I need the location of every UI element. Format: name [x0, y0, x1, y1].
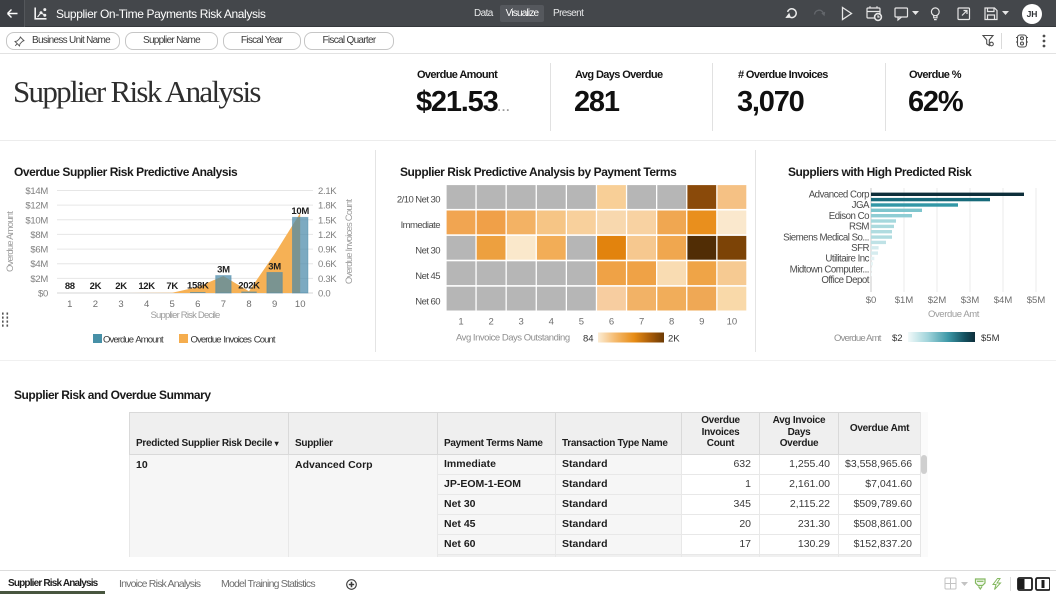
svg-text:Overdue Invoices Count: Overdue Invoices Count	[191, 335, 276, 346]
svg-text:Overdue Amt: Overdue Amt	[834, 333, 882, 344]
svg-text:$2: $2	[892, 333, 903, 344]
svg-text:3M: 3M	[217, 264, 230, 275]
svg-text:1.2K: 1.2K	[318, 230, 337, 241]
svg-text:1.8K: 1.8K	[318, 201, 337, 212]
svg-text:8: 8	[246, 299, 251, 310]
svg-text:88: 88	[65, 281, 75, 292]
svg-text:Supplier Risk Decile: Supplier Risk Decile	[150, 310, 220, 321]
svg-text:Edison Co: Edison Co	[829, 211, 869, 222]
svg-text:3: 3	[519, 317, 524, 328]
svg-text:Supplier Risk Predictive Analy: Supplier Risk Predictive Analysis by Pay…	[400, 165, 677, 179]
svg-text:RSM: RSM	[849, 222, 869, 233]
svg-text:6: 6	[609, 317, 614, 328]
svg-text:2K: 2K	[115, 281, 127, 292]
svg-text:7: 7	[221, 299, 226, 310]
svg-text:1: 1	[67, 299, 72, 310]
svg-text:2.1K: 2.1K	[318, 186, 337, 197]
svg-text:5: 5	[170, 299, 175, 310]
svg-text:0.3K: 0.3K	[318, 274, 337, 285]
svg-text:Utilitaire Inc: Utilitaire Inc	[825, 254, 869, 265]
svg-text:5: 5	[579, 317, 584, 328]
svg-text:$0: $0	[38, 289, 48, 300]
svg-text:$14M: $14M	[25, 186, 48, 197]
svg-text:Overdue Amt: Overdue Amt	[928, 309, 980, 320]
svg-text:158K: 158K	[187, 281, 209, 292]
svg-text:202K: 202K	[238, 281, 260, 292]
svg-text:8: 8	[669, 317, 674, 328]
svg-text:Net 30: Net 30	[415, 246, 440, 257]
svg-text:$2M: $2M	[928, 295, 947, 306]
svg-text:$4M: $4M	[30, 259, 48, 270]
svg-text:10: 10	[295, 299, 306, 310]
svg-text:2/10 Net 30: 2/10 Net 30	[397, 195, 440, 206]
svg-text:4: 4	[144, 299, 149, 310]
svg-text:4: 4	[549, 317, 554, 328]
svg-text:$2M: $2M	[30, 274, 48, 285]
svg-text:Overdue Amount: Overdue Amount	[103, 335, 164, 346]
svg-text:Advanced Corp: Advanced Corp	[809, 190, 869, 201]
svg-text:$5M: $5M	[981, 333, 1000, 344]
svg-text:Overdue Invoices Count: Overdue Invoices Count	[344, 199, 355, 284]
svg-text:SFR: SFR	[851, 243, 869, 254]
svg-text:Midtown Computer...: Midtown Computer...	[790, 264, 869, 275]
svg-text:2: 2	[93, 299, 98, 310]
svg-text:Net 60: Net 60	[415, 296, 440, 307]
svg-text:$8M: $8M	[30, 230, 48, 241]
svg-text:2: 2	[488, 317, 493, 328]
svg-text:$10M: $10M	[25, 215, 48, 226]
svg-text:$4M: $4M	[994, 295, 1013, 306]
svg-text:7: 7	[639, 317, 644, 328]
svg-text:Avg Invoice Days Outstanding: Avg Invoice Days Outstanding	[456, 333, 570, 344]
svg-text:9: 9	[699, 317, 704, 328]
svg-text:1: 1	[458, 317, 463, 328]
svg-text:Overdue Amount: Overdue Amount	[5, 211, 16, 272]
svg-text:84: 84	[583, 334, 594, 345]
svg-text:1.5K: 1.5K	[318, 215, 337, 226]
svg-text:0.9K: 0.9K	[318, 245, 337, 256]
svg-text:6: 6	[195, 299, 200, 310]
svg-text:Immediate: Immediate	[401, 220, 441, 231]
svg-text:Net 45: Net 45	[415, 271, 440, 282]
svg-text:Office Depot: Office Depot	[821, 275, 869, 286]
svg-text:$12M: $12M	[25, 201, 48, 212]
svg-text:Overdue Supplier Risk Predicti: Overdue Supplier Risk Predictive Analysi…	[14, 165, 238, 179]
svg-text:3: 3	[118, 299, 123, 310]
svg-text:3M: 3M	[268, 261, 281, 272]
svg-text:JGA: JGA	[852, 200, 870, 211]
svg-text:0.6K: 0.6K	[318, 259, 337, 270]
svg-text:0.0: 0.0	[318, 289, 330, 300]
svg-text:$3M: $3M	[961, 295, 980, 306]
svg-text:10: 10	[727, 317, 738, 328]
svg-text:2K: 2K	[668, 334, 680, 345]
svg-text:2K: 2K	[90, 281, 102, 292]
svg-text:7K: 7K	[166, 281, 178, 292]
svg-text:$5M: $5M	[1027, 295, 1046, 306]
svg-text:9: 9	[272, 299, 277, 310]
svg-text:$6M: $6M	[30, 245, 48, 256]
svg-text:$0: $0	[866, 295, 877, 306]
svg-text:Siemens Medical So...: Siemens Medical So...	[783, 232, 869, 243]
svg-text:12K: 12K	[138, 281, 155, 292]
svg-text:Suppliers with High Predicted: Suppliers with High Predicted Risk	[788, 165, 972, 179]
svg-text:$1M: $1M	[895, 295, 914, 306]
svg-text:10M: 10M	[291, 206, 309, 217]
